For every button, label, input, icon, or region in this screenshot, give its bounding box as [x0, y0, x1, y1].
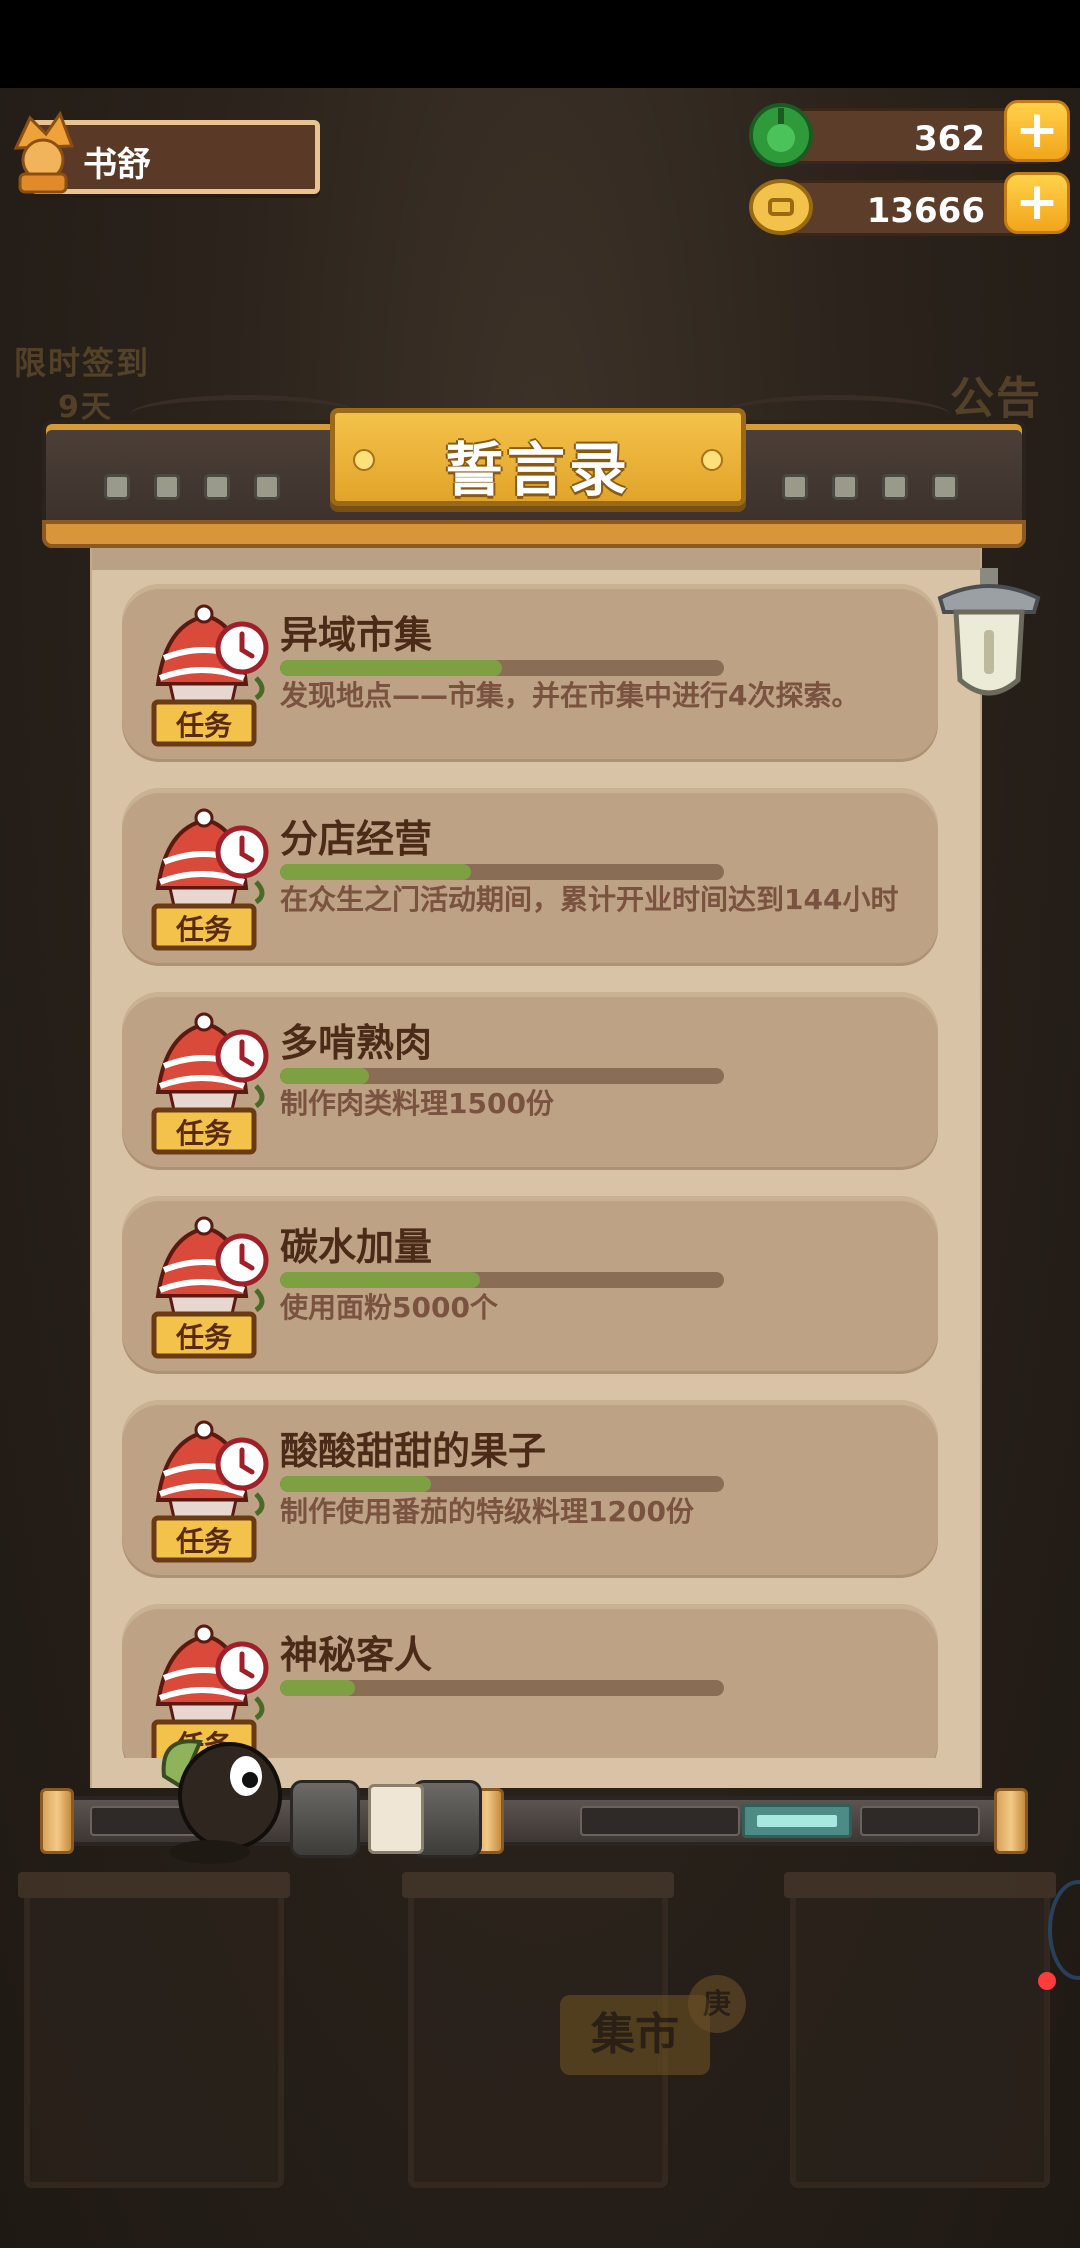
header-trim: [42, 520, 1026, 548]
task-badge: 任务: [175, 709, 232, 742]
rivet: [104, 474, 130, 500]
coin-amount: 13666: [866, 191, 985, 231]
oath-record-panel: 任务 异域市集 发现地点——市集，并在市集中进行4次探索。 任务 分店经营 在众生之门活动…: [90, 548, 982, 1788]
task-badge: 任务: [175, 1321, 232, 1354]
task-badge: 任务: [175, 1525, 232, 1558]
rail-indicator-light: [742, 1804, 852, 1838]
rivet: [882, 474, 908, 500]
task-card[interactable]: 任务 异域市集发现地点——市集，并在市集中进行4次探索。: [122, 584, 938, 762]
rail-cap-left: [40, 1788, 74, 1854]
add-jade-button[interactable]: +: [1004, 100, 1070, 162]
task-description: 制作使用番茄的特级料理1200份: [280, 1495, 694, 1528]
task-progress-bar: [280, 1680, 724, 1696]
rivet: [932, 474, 958, 500]
chef-avatar-icon[interactable]: [6, 108, 80, 194]
task-title: 异域市集: [280, 613, 433, 657]
player-name: 书舒: [83, 145, 151, 185]
task-title: 神秘客人: [280, 1633, 433, 1677]
task-list[interactable]: 任务 异域市集 发现地点——市集，并在市集中进行4次探索。 任务 分店经营 在众生之门活动…: [92, 584, 980, 1758]
bg-market-badge: 庚: [688, 1975, 746, 2033]
rail-cap-right: [994, 1788, 1028, 1854]
task-badge: 任务: [175, 913, 232, 946]
rivet: [154, 474, 180, 500]
rivet: [254, 474, 280, 500]
task-description: 在众生之门活动期间，累计开业时间达到144小时: [280, 883, 899, 916]
bg-stall: [18, 1872, 290, 2188]
task-progress-fill: [280, 864, 471, 880]
task-progress-fill: [280, 1068, 369, 1084]
task-card[interactable]: 任务 分店经营在众生之门活动期间，累计开业时间达到144小时: [122, 788, 938, 966]
record-indicator: [1038, 1972, 1056, 1990]
task-badge: 任务: [175, 1117, 232, 1150]
title-plate: 誓言录: [330, 408, 746, 506]
task-title: 多啃熟肉: [280, 1021, 433, 1065]
page-title: 誓言录: [444, 436, 631, 504]
game-screen: 限时签到 9天 公告 集市 庚 书舒 362 + 13666 + 誓言录 任务 …: [0, 0, 1080, 2248]
rail-slot: [580, 1806, 740, 1836]
task-description: 使用面粉5000个: [280, 1291, 498, 1324]
add-coins-button[interactable]: +: [1004, 172, 1070, 234]
connector-left: [290, 1780, 360, 1858]
task-progress-fill: [280, 1272, 480, 1288]
jade-icon: [749, 103, 813, 167]
task-description: 发现地点——市集，并在市集中进行4次探索。: [280, 679, 860, 712]
task-progress-bar: [280, 660, 724, 676]
rivet: [204, 474, 230, 500]
task-progress-fill: [280, 1680, 356, 1696]
lamp-icon: [937, 568, 1041, 696]
coin-icon: [749, 179, 813, 235]
task-card[interactable]: 任务 多啃熟肉制作肉类料理1500份: [122, 992, 938, 1170]
task-progress-bar: [280, 1272, 724, 1288]
task-progress-bar: [280, 1068, 724, 1084]
task-title: 分店经营: [280, 817, 433, 861]
plug: [368, 1784, 424, 1854]
panel-top-shadow: [92, 548, 980, 570]
task-card[interactable]: 任务 碳水加量使用面粉5000个: [122, 1196, 938, 1374]
task-description: 制作肉类料理1500份: [280, 1087, 554, 1120]
mascot-character-icon: [161, 1739, 282, 1864]
jade-amount: 362: [914, 119, 985, 159]
rail-slot: [860, 1806, 980, 1836]
bg-checkin-label: 限时签到: [14, 344, 151, 382]
task-title: 酸酸甜甜的果子: [280, 1429, 547, 1473]
task-progress-bar: [280, 864, 724, 880]
task-title: 碳水加量: [280, 1225, 433, 1269]
task-progress-bar: [280, 1476, 724, 1492]
task-progress-fill: [280, 1476, 431, 1492]
rivet: [782, 474, 808, 500]
bg-announcement-label: 公告: [950, 373, 1042, 424]
task-card[interactable]: 任务 酸酸甜甜的果子制作使用番茄的特级料理1200份: [122, 1400, 938, 1578]
bg-stall: [784, 1872, 1056, 2188]
task-progress-fill: [280, 660, 502, 676]
rivet: [832, 474, 858, 500]
